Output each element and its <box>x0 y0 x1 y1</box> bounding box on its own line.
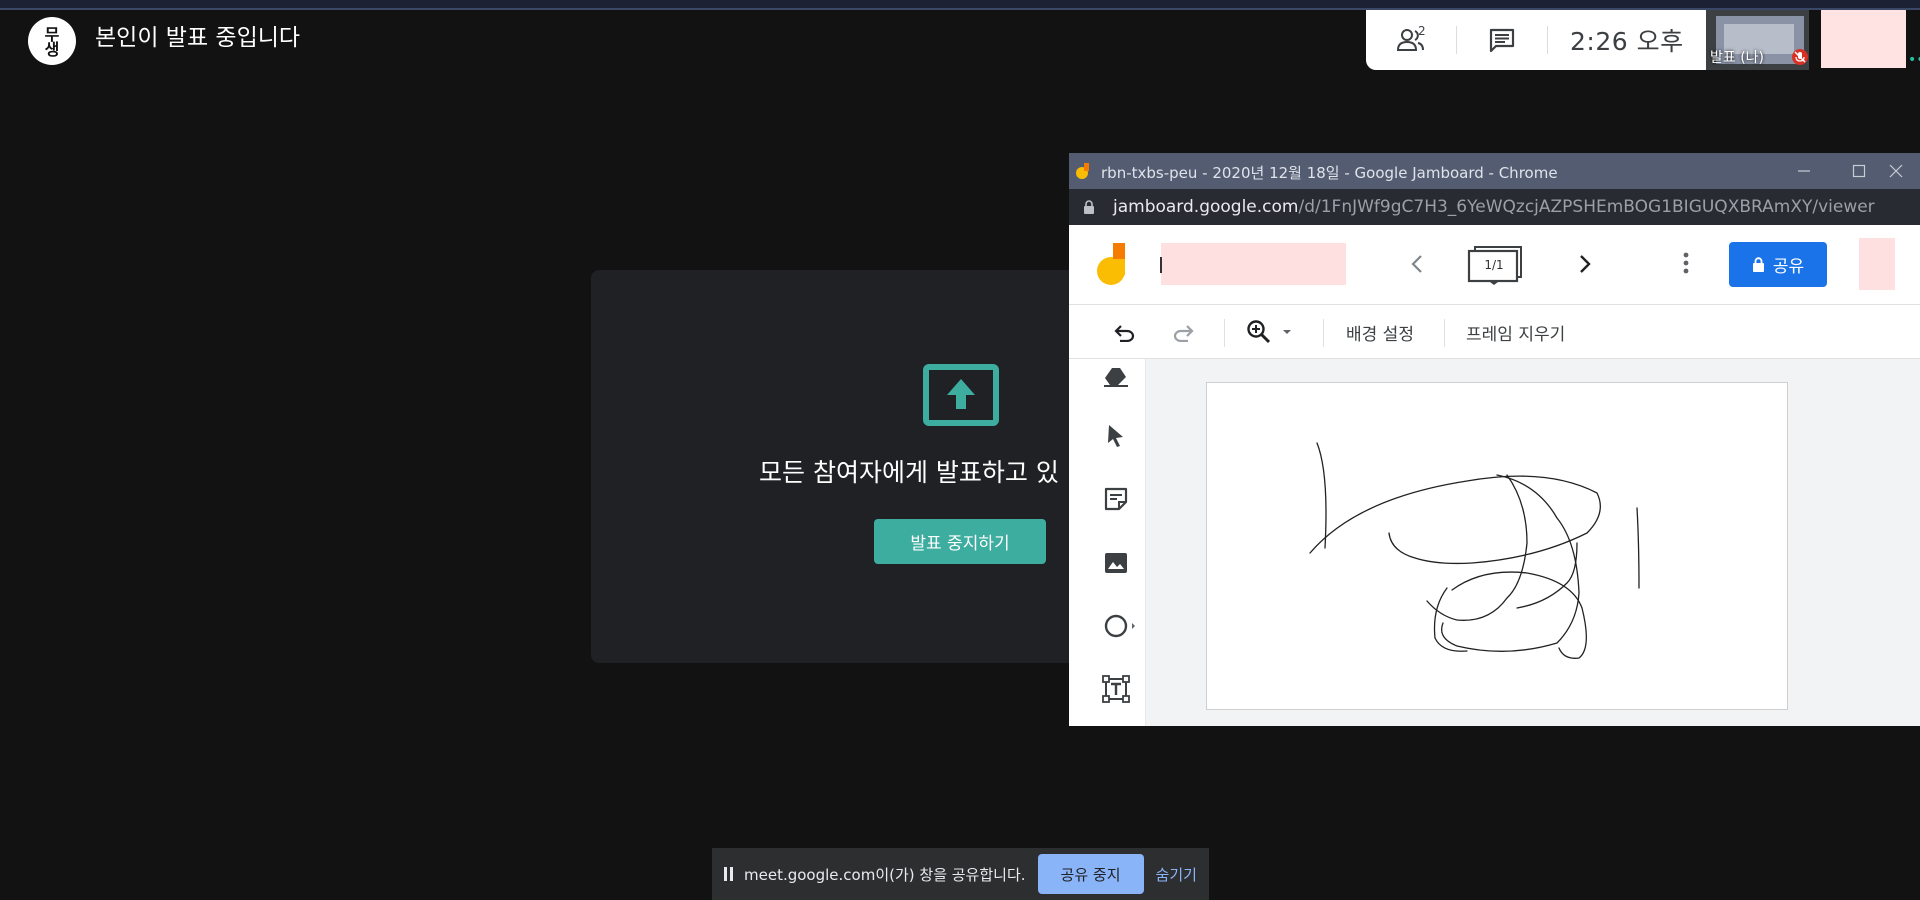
text-cursor <box>1160 257 1162 273</box>
hand-drawn-scribble <box>1309 442 1640 659</box>
set-background-button[interactable]: 배경 설정 <box>1346 320 1414 345</box>
share-notice-text: meet.google.com이(가) 창을 공유합니다. <box>744 865 1026 884</box>
cursor-arrow-icon <box>1108 425 1123 447</box>
undo-button[interactable] <box>1109 317 1139 347</box>
circle-shape-icon <box>1104 614 1135 638</box>
pause-icon <box>724 867 733 881</box>
redo-button[interactable] <box>1169 317 1199 347</box>
people-button[interactable]: 2 <box>1366 18 1456 62</box>
share-button-label: 공유 <box>1772 257 1805 277</box>
text-box-icon <box>1102 675 1130 703</box>
frame-indicator: 1/1 <box>1484 258 1504 272</box>
divider <box>1224 319 1225 347</box>
chat-button[interactable] <box>1457 18 1547 62</box>
divider <box>1547 26 1548 54</box>
lock-icon <box>1084 200 1094 214</box>
stop-sharing-button[interactable]: 공유 중지 <box>1037 854 1144 894</box>
share-button[interactable]: 공유 <box>1729 242 1827 287</box>
zoom-button[interactable] <box>1244 317 1274 347</box>
eraser-icon <box>1104 368 1128 387</box>
account-avatar[interactable] <box>1859 238 1895 290</box>
minimize-icon <box>1798 170 1810 172</box>
zoom-dropdown[interactable] <box>1279 317 1295 347</box>
jamboard-tool-sidebar <box>1085 359 1146 726</box>
select-tool[interactable] <box>1101 421 1131 451</box>
user-avatar: 무 생 <box>28 17 76 65</box>
close-button[interactable] <box>1873 153 1919 189</box>
jam-frame-board[interactable] <box>1206 382 1788 710</box>
jamboard-favicon <box>1076 163 1089 179</box>
url-host: jamboard.google.com <box>1113 197 1299 217</box>
stop-presenting-button[interactable]: 발표 중지하기 <box>874 519 1046 564</box>
meet-top-bar: 2 2:26 오후 <box>1366 10 1706 70</box>
zoom-in-icon <box>1247 320 1271 344</box>
divider <box>1323 319 1324 347</box>
url-text: jamboard.google.com/d/1FnJWf9gC7H3_6YeWQ… <box>1113 197 1875 217</box>
window-titlebar[interactable]: rbn-txbs-peu - 2020년 12월 18일 - Google Ja… <box>1069 153 1920 189</box>
image-icon <box>1105 553 1127 573</box>
jamboard-logo-icon <box>1097 243 1125 285</box>
chrome-window: rbn-txbs-peu - 2020년 12월 18일 - Google Ja… <box>1069 153 1920 726</box>
more-dots-icon: •• <box>1908 52 1920 68</box>
url-path: /d/1FnJWf9gC7H3_6YeWQzcjAZPSHEmBOG1BIGUQ… <box>1298 197 1875 217</box>
people-count-badge: 2 <box>1418 24 1426 38</box>
jamboard-header: 1/1 공유 <box>1069 225 1920 305</box>
minimize-button[interactable] <box>1781 153 1827 189</box>
sticky-note-tool[interactable] <box>1101 484 1131 514</box>
chat-icon <box>1489 28 1515 53</box>
image-tool[interactable] <box>1101 548 1131 578</box>
screen-share-notice: meet.google.com이(가) 창을 공유합니다. 공유 중지 숨기기 <box>712 848 1209 900</box>
shape-tool[interactable] <box>1101 611 1139 641</box>
mic-muted-icon <box>1792 49 1808 65</box>
presenting-card: 모든 참여자에게 발표하고 있 발표 중지하기 <box>591 270 1091 663</box>
window-title: rbn-txbs-peu - 2020년 12월 18일 - Google Ja… <box>1101 164 1558 182</box>
eraser-tool[interactable] <box>1101 361 1131 391</box>
frame-bar-toggle[interactable]: 1/1 <box>1467 245 1525 285</box>
address-bar[interactable]: jamboard.google.com/d/1FnJWf9gC7H3_6YeWQ… <box>1069 189 1920 225</box>
jamboard-toolbar: 배경 설정 프레임 지우기 <box>1069 305 1920 359</box>
redo-icon <box>1173 325 1194 342</box>
jam-name-field[interactable] <box>1161 243 1346 285</box>
clock-time: 2:26 오후 <box>1570 27 1684 56</box>
presenting-message: 모든 참여자에게 발표하고 있 <box>759 458 1059 487</box>
sticky-note-icon <box>1104 487 1128 511</box>
previous-frame-icon[interactable] <box>1409 253 1425 275</box>
present-screen-icon <box>923 364 999 426</box>
hide-notice-link[interactable]: 숨기기 <box>1156 864 1197 885</box>
next-frame-icon[interactable] <box>1577 253 1593 275</box>
divider <box>1444 319 1445 347</box>
clear-frame-button[interactable]: 프레임 지우기 <box>1466 320 1565 345</box>
undo-icon <box>1114 325 1135 342</box>
top-edge <box>0 0 1920 10</box>
more-options-icon[interactable] <box>1683 251 1689 275</box>
text-box-tool[interactable] <box>1101 674 1131 704</box>
self-tile-label: 발표 (나) <box>1710 50 1765 66</box>
close-icon <box>1889 164 1903 178</box>
lock-icon <box>1752 257 1764 272</box>
participant-video-tile[interactable] <box>1821 10 1906 68</box>
self-video-tile[interactable]: 발표 (나) <box>1706 10 1809 70</box>
presenting-banner-title: 본인이 발표 중입니다 <box>95 25 301 51</box>
maximize-icon <box>1852 164 1866 178</box>
caret-down-icon <box>1283 330 1291 334</box>
